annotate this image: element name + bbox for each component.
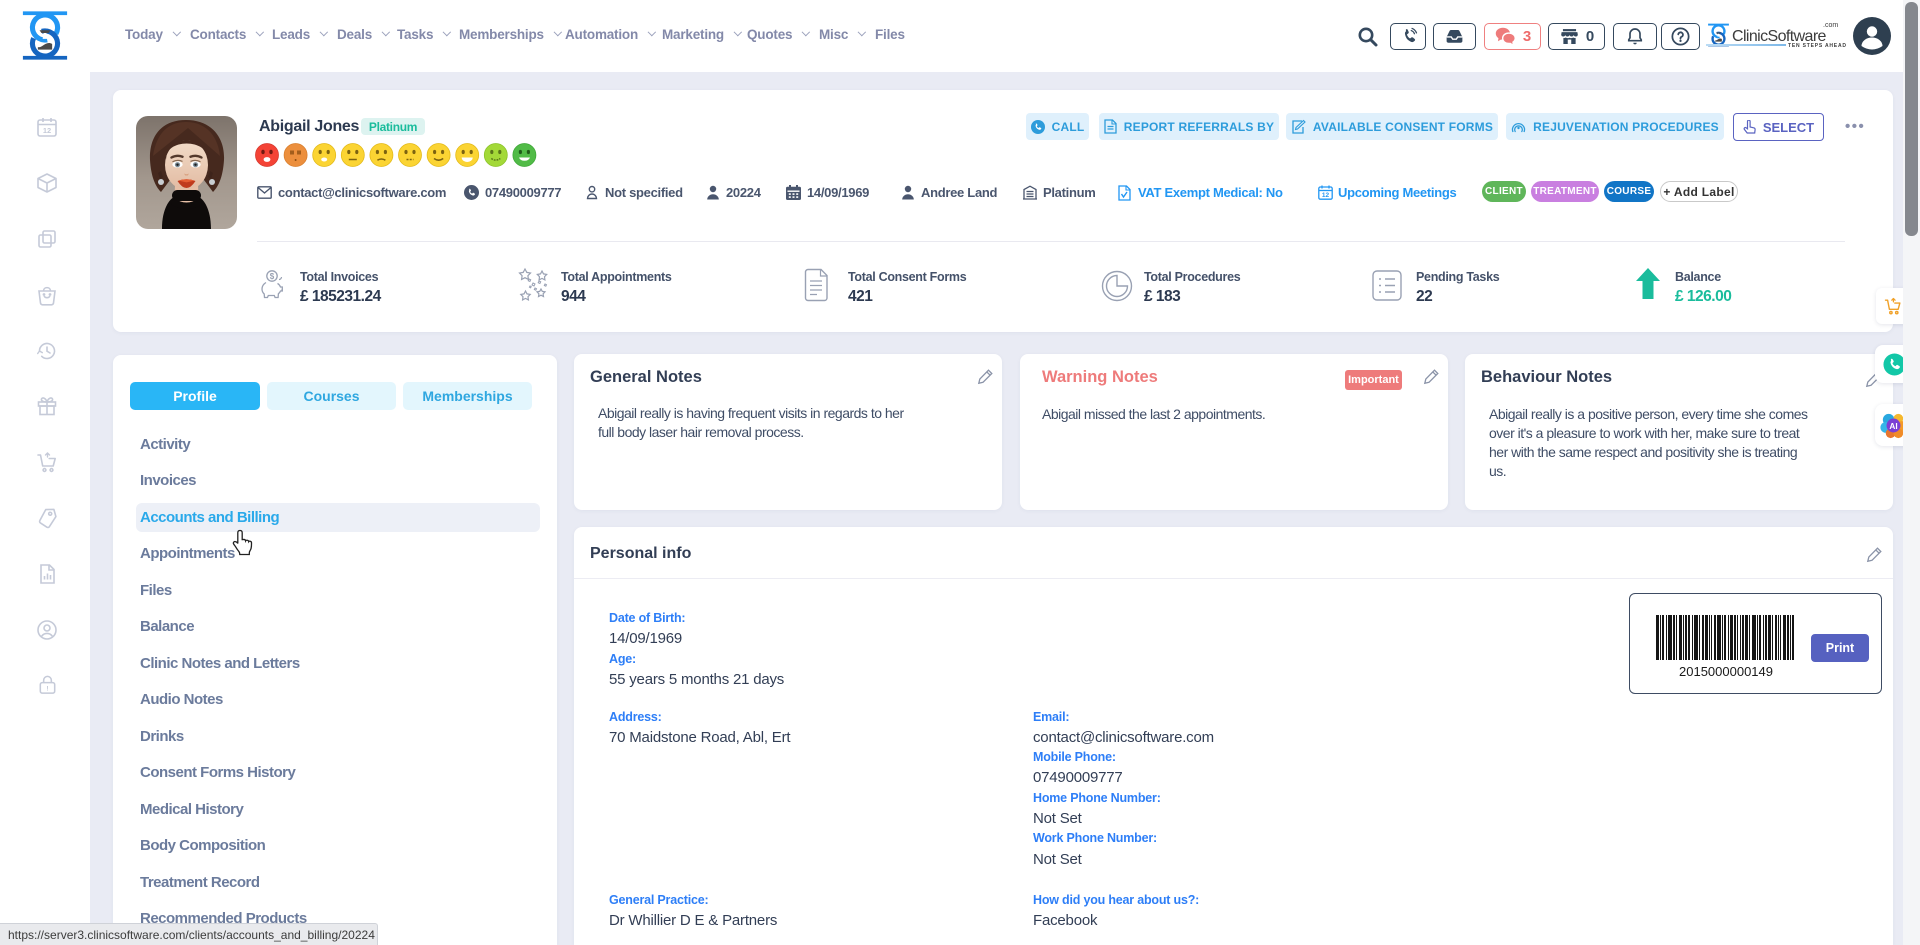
svg-text:12: 12	[43, 126, 51, 135]
svg-text:!: !	[46, 685, 48, 692]
svg-text:AI: AI	[1889, 422, 1897, 431]
svg-text:$: $	[270, 272, 275, 281]
